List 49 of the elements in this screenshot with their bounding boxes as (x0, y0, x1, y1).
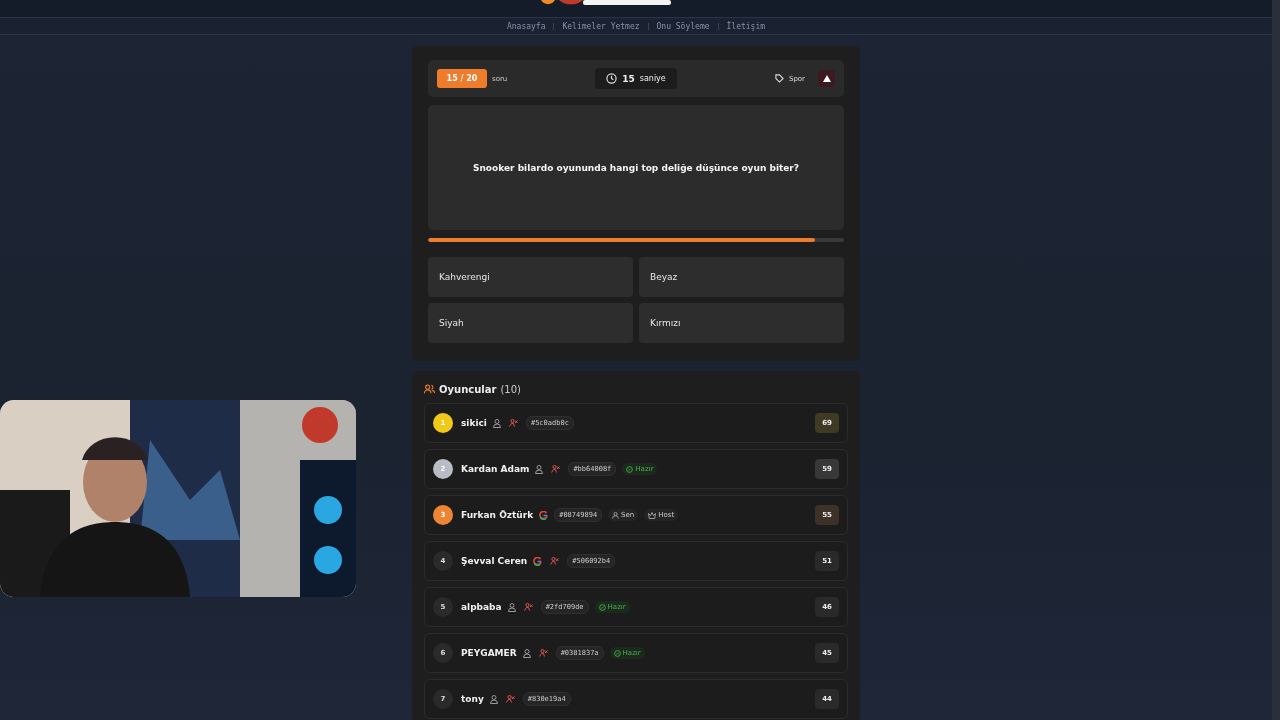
answer-button[interactable]: Beyaz (639, 257, 844, 297)
person-x-icon (523, 603, 533, 611)
crown-icon (648, 511, 657, 519)
person-x-icon (508, 419, 518, 427)
nav-link[interactable]: İletişim (726, 21, 766, 31)
user-icon (612, 511, 620, 519)
question-text: Snooker bilardo oyununda hangi top deliğe düşünce oyun biter? (472, 162, 800, 173)
user-icon (492, 418, 501, 428)
player-name: Kardan Adam (461, 464, 530, 474)
players-title: Oyuncular (439, 383, 497, 395)
player-name: tony (461, 694, 484, 704)
person-x-icon (538, 649, 548, 657)
answer-button[interactable]: Siyah (428, 303, 633, 343)
check-circle-icon (598, 603, 606, 611)
users-icon (424, 384, 435, 394)
kick-button[interactable] (506, 419, 520, 427)
clock-icon (606, 73, 618, 84)
nav-link[interactable]: Kelimeler Yetmez (562, 21, 640, 31)
kick-button[interactable] (536, 649, 550, 657)
user-icon (489, 694, 498, 704)
google-icon (533, 556, 543, 566)
player-name: Şevval Ceren (461, 556, 528, 566)
nav-link[interactable]: Anasayfa (506, 21, 546, 31)
player-name: PEYGAMER (461, 648, 517, 658)
player-name: Furkan Öztürk (461, 510, 534, 520)
check-circle-icon (626, 465, 634, 473)
person-x-icon (550, 557, 560, 565)
kick-button[interactable] (548, 557, 562, 565)
google-icon (539, 510, 549, 520)
answer-button[interactable]: Kahverengi (428, 257, 633, 297)
tag-icon (774, 74, 784, 83)
player-name: sikici (461, 418, 487, 428)
kick-button[interactable] (549, 465, 563, 473)
user-icon (535, 464, 544, 474)
question-counter: 15 / 20 (437, 69, 487, 88)
check-circle-icon (613, 649, 621, 657)
nav-link[interactable]: Onu Söyleme (656, 21, 710, 31)
kick-button[interactable] (503, 695, 517, 703)
person-x-icon (505, 695, 515, 703)
person-x-icon (551, 465, 561, 473)
user-icon (507, 602, 516, 612)
user-icon (522, 648, 531, 658)
answer-button[interactable]: Kırmızı (639, 303, 844, 343)
timer: 15 saniye (595, 68, 677, 89)
kick-button[interactable] (521, 603, 535, 611)
warning-icon (822, 75, 831, 82)
players-count: (10) (500, 383, 521, 395)
player-name: alpbaba (461, 602, 502, 612)
report-button[interactable] (818, 70, 835, 87)
